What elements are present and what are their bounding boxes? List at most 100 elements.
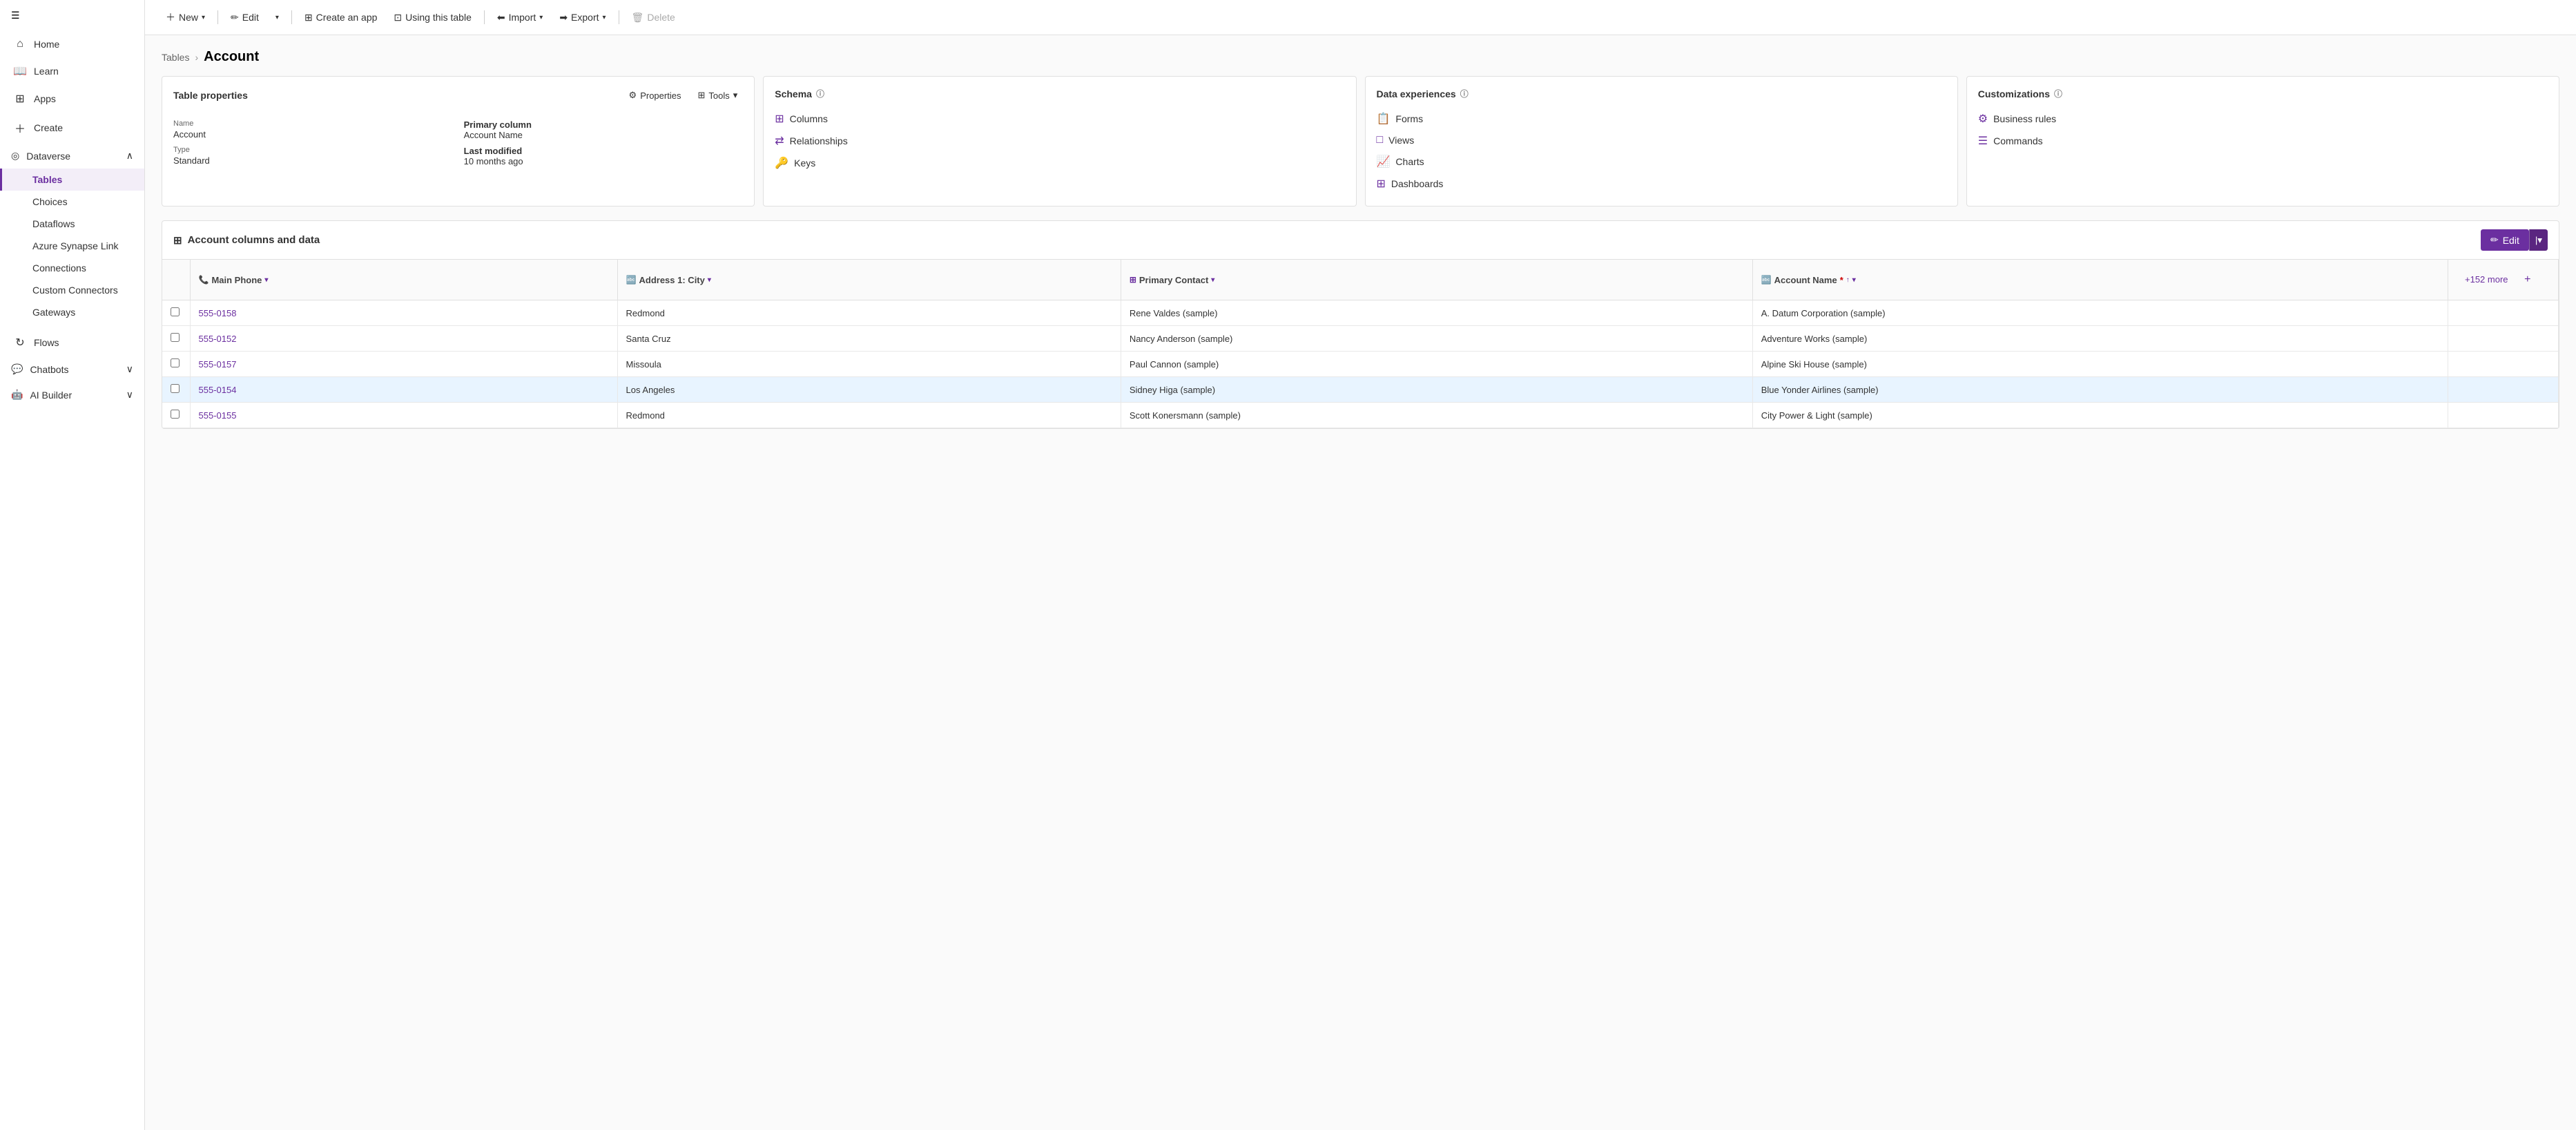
sidebar-item-home[interactable]: ⌂ Home [0, 31, 144, 57]
schema-relationships-link[interactable]: ⇄ Relationships [775, 130, 1344, 152]
row-checkbox[interactable] [162, 300, 190, 326]
sidebar-dataverse-label: Dataverse [26, 151, 70, 162]
row-main-phone[interactable]: 555-0152 [190, 326, 617, 352]
forms-link[interactable]: 📋 Forms [1377, 108, 1946, 130]
customizations-info-icon[interactable]: ⓘ [2054, 88, 2062, 99]
dashboards-link[interactable]: ⊞ Dashboards [1377, 173, 1946, 195]
hamburger-menu[interactable]: ☰ [0, 0, 144, 31]
row-main-phone[interactable]: 555-0154 [190, 377, 617, 403]
breadcrumb: Tables › Account [162, 49, 2559, 65]
sidebar-sub-item-azure-synapse[interactable]: Azure Synapse Link [0, 235, 144, 257]
main-phone-sort-icon[interactable]: ▾ [264, 276, 268, 284]
export-button[interactable]: ➡ Export ▾ [552, 8, 612, 27]
row-main-phone[interactable]: 555-0155 [190, 403, 617, 428]
views-icon: □ [1377, 134, 1384, 146]
account-name-required-star: * [1840, 275, 1843, 285]
primary-contact-col-label: Primary Contact [1139, 275, 1208, 285]
delete-button[interactable]: 🗑 Delete [625, 8, 682, 27]
edit-dropdown-button[interactable]: ▾ [269, 10, 286, 25]
create-icon: ＋ [13, 119, 27, 136]
schema-columns-link[interactable]: ⊞ Columns [775, 108, 1344, 130]
tools-btn[interactable]: ⊞ Tools ▾ [692, 88, 743, 103]
breadcrumb-current: Account [204, 49, 259, 65]
table-section-title: ⊞ Account columns and data [173, 234, 320, 247]
ai-builder-chevron-icon: ∨ [126, 389, 133, 401]
row-checkbox[interactable] [162, 326, 190, 352]
sidebar-sub-item-custom-connectors[interactable]: Custom Connectors [0, 279, 144, 301]
prop-name-label: Name [173, 119, 453, 128]
breadcrumb-separator: › [195, 52, 198, 63]
row-address-city: Redmond [617, 403, 1121, 428]
account-name-dropdown-icon[interactable]: ▾ [1852, 276, 1856, 284]
properties-btn[interactable]: ⚙ Properties [623, 88, 687, 103]
sidebar-item-flows[interactable]: ↻ Flows [0, 329, 144, 356]
add-column-button[interactable]: + [2519, 267, 2536, 293]
customizations-title-text: Customizations [1978, 88, 2050, 99]
edit-toolbar-button[interactable]: ✏ Edit [224, 8, 266, 27]
th-address-city[interactable]: 🔤 Address 1: City ▾ [617, 260, 1121, 300]
create-app-icon: ⊞ [304, 12, 313, 23]
data-experiences-info-icon[interactable]: ⓘ [1460, 88, 1469, 99]
views-link[interactable]: □ Views [1377, 130, 1946, 151]
sidebar-item-home-label: Home [34, 39, 59, 50]
sidebar-item-ai-builder[interactable]: 🤖 AI Builder ∨ [0, 382, 144, 408]
row-address-city: Los Angeles [617, 377, 1121, 403]
commands-link[interactable]: ☰ Commands [1978, 130, 2548, 152]
sidebar-item-chatbots[interactable]: 💬 Chatbots ∨ [0, 356, 144, 382]
schema-relationships-label: Relationships [790, 135, 848, 146]
edit-table-button[interactable]: ✏ Edit [2481, 229, 2529, 251]
sidebar-item-chatbots-label: Chatbots [30, 364, 68, 375]
create-app-button[interactable]: ⊞ Create an app [298, 8, 384, 27]
row-checkbox[interactable] [162, 352, 190, 377]
prop-type: Type Standard [173, 146, 453, 166]
schema-info-icon[interactable]: ⓘ [816, 88, 824, 99]
data-experiences-card: Data experiences ⓘ 📋 Forms □ Views 📈 Cha… [1365, 76, 1958, 207]
sidebar-sub-item-tables[interactable]: Tables [0, 169, 144, 191]
schema-keys-label: Keys [794, 157, 815, 169]
th-main-phone[interactable]: 📞 Main Phone ▾ [190, 260, 617, 300]
new-plus-icon: ＋ [166, 10, 175, 24]
sidebar-sub-item-choices[interactable]: Choices [0, 191, 144, 213]
edit-table-split-button[interactable]: |▾ [2529, 229, 2548, 251]
prop-primary-col: Primary column Account Name [464, 119, 744, 140]
forms-label: Forms [1395, 113, 1423, 124]
customizations-title: Customizations ⓘ [1978, 88, 2548, 99]
sidebar-item-apps[interactable]: ⊞ Apps [0, 85, 144, 113]
table-row: 555-0154 Los Angeles Sidney Higa (sample… [162, 377, 2559, 403]
address-city-sort-icon[interactable]: ▾ [708, 276, 711, 284]
sidebar-section-dataverse[interactable]: ◎ Dataverse ∧ [0, 143, 144, 169]
views-label: Views [1388, 135, 1414, 146]
sidebar-sub-item-connections[interactable]: Connections [0, 257, 144, 279]
row-checkbox[interactable] [162, 377, 190, 403]
import-button[interactable]: ⬅ Import ▾ [490, 8, 550, 27]
row-main-phone[interactable]: 555-0158 [190, 300, 617, 326]
row-checkbox[interactable] [162, 403, 190, 428]
table-section-title-text: Account columns and data [188, 234, 320, 246]
charts-link[interactable]: 📈 Charts [1377, 151, 1946, 173]
schema-keys-link[interactable]: 🔑 Keys [775, 152, 1344, 174]
tools-btn-label: Tools [708, 90, 729, 101]
more-cols-button[interactable]: +152 more [2457, 267, 2517, 291]
chatbots-icon: 💬 [11, 363, 23, 375]
row-main-phone[interactable]: 555-0157 [190, 352, 617, 377]
using-table-button[interactable]: ⊡ Using this table [387, 8, 478, 27]
edit-button-group: ✏ Edit |▾ [2481, 229, 2548, 251]
th-primary-contact[interactable]: ⊞ Primary Contact ▾ [1121, 260, 1752, 300]
breadcrumb-parent[interactable]: Tables [162, 52, 189, 63]
row-address-city: Santa Cruz [617, 326, 1121, 352]
sidebar-sub-item-dataflows[interactable]: Dataflows [0, 213, 144, 235]
edit-table-pencil-icon: ✏ [2490, 234, 2499, 246]
row-extra [2448, 326, 2559, 352]
sidebar-item-learn[interactable]: 📖 Learn [0, 57, 144, 85]
sidebar-item-ai-builder-label: AI Builder [30, 390, 72, 401]
sidebar-sub-item-gateways[interactable]: Gateways [0, 301, 144, 323]
content-area: Tables › Account Table properties ⚙ Prop… [145, 35, 2576, 1130]
business-rules-link[interactable]: ⚙ Business rules [1978, 108, 2548, 130]
account-name-sort-asc-icon[interactable]: ↑ [1846, 276, 1850, 284]
sidebar-item-create[interactable]: ＋ Create [0, 113, 144, 143]
table-properties-header: Table properties ⚙ Properties ⊞ Tools ▾ [173, 88, 743, 111]
th-account-name[interactable]: 🔤 Account Name * ↑ ▾ [1752, 260, 2448, 300]
primary-contact-sort-icon[interactable]: ▾ [1211, 276, 1214, 284]
new-button[interactable]: ＋ New ▾ [159, 7, 212, 28]
sidebar-sub-item-custom-connectors-label: Custom Connectors [32, 285, 118, 296]
